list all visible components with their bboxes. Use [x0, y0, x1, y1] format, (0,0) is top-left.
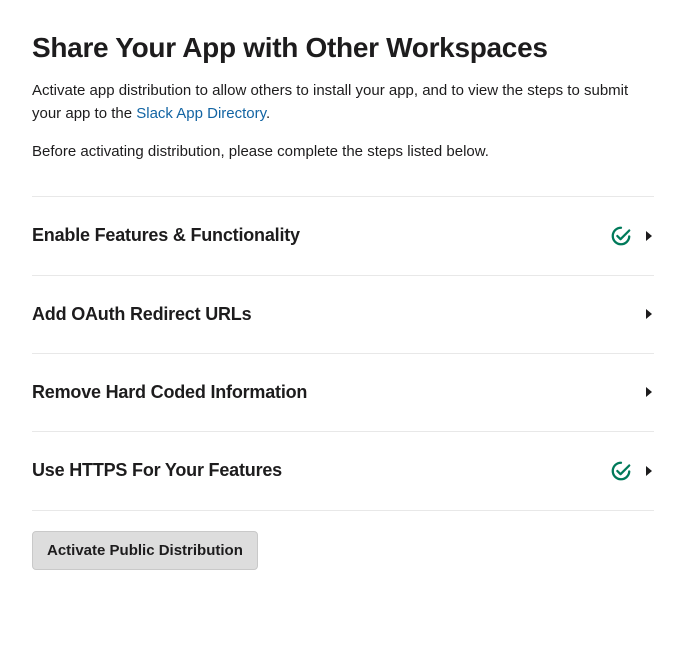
page-title: Share Your App with Other Workspaces — [32, 32, 654, 64]
step-right — [644, 309, 654, 319]
before-activation-text: Before activating distribution, please c… — [32, 141, 654, 164]
caret-right-icon — [644, 466, 654, 476]
step-title: Use HTTPS For Your Features — [32, 460, 282, 481]
step-right — [644, 387, 654, 397]
intro-text-before: Activate app distribution to allow other… — [32, 82, 628, 122]
step-use-https[interactable]: Use HTTPS For Your Features — [32, 432, 654, 511]
step-remove-hardcoded[interactable]: Remove Hard Coded Information — [32, 354, 654, 432]
caret-right-icon — [644, 231, 654, 241]
step-title: Remove Hard Coded Information — [32, 382, 307, 403]
step-right — [610, 460, 654, 482]
step-title: Add OAuth Redirect URLs — [32, 304, 251, 325]
step-oauth-redirect[interactable]: Add OAuth Redirect URLs — [32, 276, 654, 354]
step-enable-features[interactable]: Enable Features & Functionality — [32, 197, 654, 276]
step-title: Enable Features & Functionality — [32, 225, 300, 246]
check-circle-icon — [610, 225, 632, 247]
slack-app-directory-link[interactable]: Slack App Directory — [136, 105, 266, 122]
caret-right-icon — [644, 387, 654, 397]
caret-right-icon — [644, 309, 654, 319]
steps-list: Enable Features & Functionality Add OAut… — [32, 196, 654, 511]
step-right — [610, 225, 654, 247]
intro-paragraph: Activate app distribution to allow other… — [32, 80, 654, 125]
check-circle-icon — [610, 460, 632, 482]
activate-public-distribution-button[interactable]: Activate Public Distribution — [32, 531, 258, 570]
intro-text-after: . — [266, 105, 270, 122]
